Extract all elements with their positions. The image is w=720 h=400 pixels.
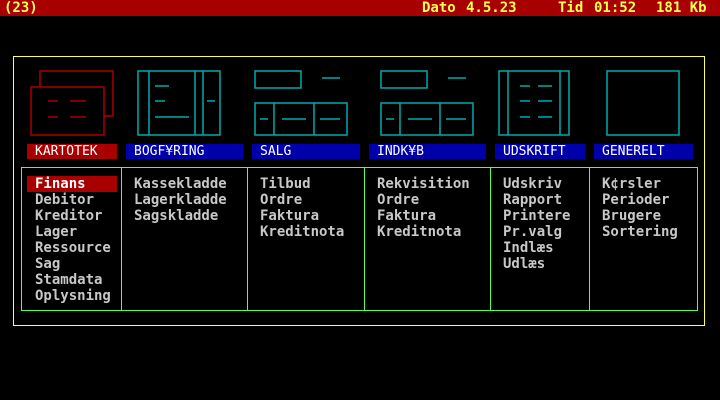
menu-list-udskrift: Udskriv Rapport Printere Pr.valg Indlæs …: [495, 176, 585, 272]
menu-item-rapport[interactable]: Rapport: [495, 192, 585, 208]
menu-item-ressource[interactable]: Ressource: [27, 240, 117, 256]
date-label: Dato: [422, 0, 456, 16]
menu-item-indkob-kreditnota[interactable]: Kreditnota: [369, 224, 486, 240]
time-label: Tid: [558, 0, 584, 16]
menu-item-stamdata[interactable]: Stamdata: [27, 272, 117, 288]
menu-item-salg-faktura[interactable]: Faktura: [252, 208, 360, 224]
date-value: 4.5.23: [466, 0, 517, 16]
menu-item-indlaes[interactable]: Indlæs: [495, 240, 585, 256]
menu-item-oplysning[interactable]: Oplysning: [27, 288, 117, 304]
card-file-icon[interactable]: [30, 70, 114, 136]
menu-item-udskriv[interactable]: Udskriv: [495, 176, 585, 192]
menu-item-lager[interactable]: Lager: [27, 224, 117, 240]
menu-item-kassekladde[interactable]: Kassekladde: [126, 176, 243, 192]
menu-list-generelt: K¢rsler Perioder Brugere Sortering: [594, 176, 693, 240]
menu-header-udskrift[interactable]: UDSKRIFT: [495, 144, 585, 159]
menu-item-udlaes[interactable]: Udlæs: [495, 256, 585, 272]
menu-item-indkob-faktura[interactable]: Faktura: [369, 208, 486, 224]
menu-item-sagskladde[interactable]: Sagskladde: [126, 208, 243, 224]
menu-list-bogforing: Kassekladde Lagerkladde Sagskladde: [126, 176, 243, 224]
menu-item-indkob-ordre[interactable]: Ordre: [369, 192, 486, 208]
menu-item-perioder[interactable]: Perioder: [594, 192, 693, 208]
report-icon[interactable]: [498, 70, 570, 136]
screen-code: (23): [4, 0, 38, 16]
menu-header-bogforing[interactable]: BOGF¥RING: [126, 144, 243, 159]
menu-item-finans[interactable]: Finans: [27, 176, 117, 192]
menu-item-sag[interactable]: Sag: [27, 256, 117, 272]
time-value: 01:52: [594, 0, 637, 16]
menu-header-generelt[interactable]: GENERELT: [594, 144, 693, 159]
menu-item-korsler[interactable]: K¢rsler: [594, 176, 693, 192]
menu-item-brugere[interactable]: Brugere: [594, 208, 693, 224]
menu-header-salg[interactable]: SALG: [252, 144, 360, 159]
status-bar: (23) Dato 4.5.23 Tid 01:52 181 Kb: [0, 0, 720, 16]
memory-value: 181 Kb: [656, 0, 707, 16]
ledger-icon[interactable]: [137, 70, 221, 136]
menu-item-kreditor[interactable]: Kreditor: [27, 208, 117, 224]
menu-item-salg-ordre[interactable]: Ordre: [252, 192, 360, 208]
menu-item-lagerkladde[interactable]: Lagerkladde: [126, 192, 243, 208]
menu-item-rekvisition[interactable]: Rekvisition: [369, 176, 486, 192]
menu-item-debitor[interactable]: Debitor: [27, 192, 117, 208]
menu-item-prvalg[interactable]: Pr.valg: [495, 224, 585, 240]
menu-item-salg-kreditnota[interactable]: Kreditnota: [252, 224, 360, 240]
menu-header-indkob[interactable]: INDK¥B: [369, 144, 486, 159]
menu-item-tilbud[interactable]: Tilbud: [252, 176, 360, 192]
menu-item-printere[interactable]: Printere: [495, 208, 585, 224]
menu-item-sortering[interactable]: Sortering: [594, 224, 693, 240]
menu-header-kartotek[interactable]: KARTOTEK: [27, 144, 117, 159]
purchase-form-icon[interactable]: [380, 70, 474, 136]
menu-list-salg: Tilbud Ordre Faktura Kreditnota: [252, 176, 360, 240]
general-blank-icon[interactable]: [606, 70, 680, 136]
sales-form-icon[interactable]: [254, 70, 348, 136]
menu-list-kartotek: Finans Debitor Kreditor Lager Ressource …: [27, 176, 117, 304]
menu-list-indkob: Rekvisition Ordre Faktura Kreditnota: [369, 176, 486, 240]
